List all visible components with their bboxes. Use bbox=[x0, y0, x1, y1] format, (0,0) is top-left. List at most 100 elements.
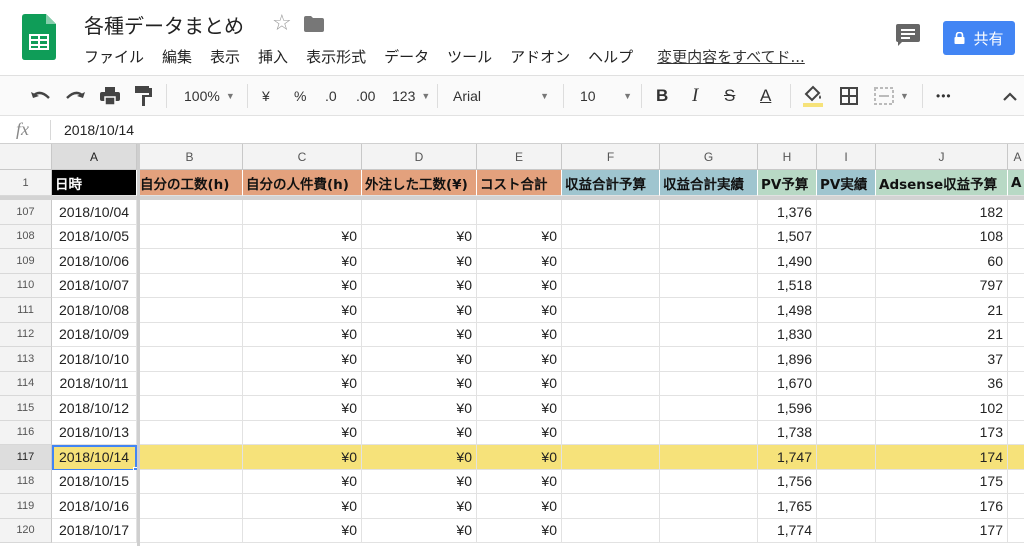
grid-cell[interactable] bbox=[660, 420, 758, 445]
column-header-j[interactable]: J bbox=[876, 144, 1008, 170]
grid-cell[interactable]: 1,376 bbox=[758, 200, 817, 225]
menu-addons[interactable]: アドオン bbox=[510, 46, 570, 67]
grid-cell[interactable] bbox=[562, 371, 660, 396]
percent-format-button[interactable]: % bbox=[294, 76, 306, 116]
grid-cell[interactable]: 1,670 bbox=[758, 371, 817, 396]
header-cell[interactable]: A bbox=[1008, 170, 1024, 196]
grid-cell[interactable] bbox=[1008, 494, 1024, 519]
grid-cell[interactable] bbox=[817, 347, 876, 372]
grid-cell[interactable] bbox=[137, 347, 243, 372]
row-header[interactable]: 110 bbox=[0, 273, 52, 298]
document-title[interactable]: 各種データまとめ bbox=[84, 10, 244, 39]
grid-cell[interactable] bbox=[562, 298, 660, 323]
borders-icon[interactable] bbox=[840, 76, 858, 116]
grid-cell[interactable]: 176 bbox=[876, 494, 1008, 519]
grid-cell[interactable]: 2018/10/08 bbox=[52, 298, 137, 323]
grid-cell[interactable]: 1,490 bbox=[758, 249, 817, 274]
grid-cell[interactable] bbox=[137, 200, 243, 225]
grid-cell[interactable]: 2018/10/10 bbox=[52, 347, 137, 372]
header-cell[interactable]: 収益合計実績 bbox=[660, 170, 758, 196]
grid-cell[interactable]: 173 bbox=[876, 420, 1008, 445]
grid-cell[interactable] bbox=[137, 420, 243, 445]
grid-cell[interactable]: ¥0 bbox=[362, 396, 477, 421]
grid-cell[interactable] bbox=[1008, 249, 1024, 274]
grid-cell[interactable]: ¥0 bbox=[477, 494, 562, 519]
grid-cell[interactable] bbox=[137, 322, 243, 347]
grid-cell[interactable]: ¥0 bbox=[362, 518, 477, 543]
grid-cell[interactable] bbox=[817, 249, 876, 274]
row-header[interactable]: 112 bbox=[0, 322, 52, 347]
row-header[interactable]: 116 bbox=[0, 420, 52, 445]
grid-cell[interactable] bbox=[660, 224, 758, 249]
grid-cell[interactable]: 2018/10/06 bbox=[52, 249, 137, 274]
grid-cell[interactable]: ¥0 bbox=[477, 518, 562, 543]
star-icon[interactable]: ☆ bbox=[272, 10, 292, 36]
comment-icon[interactable] bbox=[896, 24, 920, 46]
grid-cell[interactable] bbox=[660, 347, 758, 372]
grid-cell[interactable] bbox=[817, 420, 876, 445]
more-tools-button[interactable]: ••• bbox=[936, 76, 952, 116]
header-cell[interactable]: Adsense収益予算 bbox=[876, 170, 1008, 196]
grid-cell[interactable]: 177 bbox=[876, 518, 1008, 543]
grid-cell[interactable]: ¥0 bbox=[477, 322, 562, 347]
grid-cell[interactable]: ¥0 bbox=[477, 469, 562, 494]
grid-cell[interactable] bbox=[562, 273, 660, 298]
grid-cell[interactable]: 1,507 bbox=[758, 224, 817, 249]
fill-color-icon[interactable] bbox=[802, 76, 824, 116]
grid-cell[interactable]: ¥0 bbox=[243, 273, 362, 298]
grid-cell[interactable]: 2018/10/15 bbox=[52, 469, 137, 494]
grid-cell[interactable] bbox=[1008, 298, 1024, 323]
grid-cell[interactable]: 1,498 bbox=[758, 298, 817, 323]
grid-cell[interactable] bbox=[660, 298, 758, 323]
header-cell[interactable]: PV予算 bbox=[758, 170, 817, 196]
grid-cell[interactable]: 36 bbox=[876, 371, 1008, 396]
grid-cell[interactable] bbox=[137, 396, 243, 421]
grid-cell[interactable]: ¥0 bbox=[362, 273, 477, 298]
grid-cell[interactable]: ¥0 bbox=[477, 298, 562, 323]
row-header[interactable]: 114 bbox=[0, 371, 52, 396]
grid-cell[interactable]: 108 bbox=[876, 224, 1008, 249]
currency-format-button[interactable]: ¥ bbox=[262, 76, 270, 116]
sheets-logo-icon[interactable] bbox=[22, 14, 56, 60]
grid-cell[interactable]: 2018/10/11 bbox=[52, 371, 137, 396]
grid-cell[interactable] bbox=[562, 249, 660, 274]
text-color-button[interactable]: A bbox=[760, 76, 771, 116]
header-cell[interactable]: 日時 bbox=[52, 170, 137, 196]
grid-cell[interactable] bbox=[562, 396, 660, 421]
grid-cell[interactable] bbox=[817, 322, 876, 347]
row-header[interactable]: 108 bbox=[0, 224, 52, 249]
grid-cell[interactable]: 1,756 bbox=[758, 469, 817, 494]
grid-cell[interactable]: ¥0 bbox=[477, 445, 562, 470]
share-button[interactable]: 共有 bbox=[943, 21, 1015, 55]
grid-cell[interactable] bbox=[1008, 396, 1024, 421]
header-cell[interactable]: 外注した工数(¥) bbox=[362, 170, 477, 196]
grid-cell[interactable]: ¥0 bbox=[362, 249, 477, 274]
grid-cell[interactable] bbox=[1008, 469, 1024, 494]
row-header[interactable]: 107 bbox=[0, 200, 52, 225]
italic-button[interactable]: I bbox=[692, 76, 698, 116]
column-header-a[interactable]: A bbox=[52, 144, 137, 170]
formula-input[interactable]: 2018/10/14 bbox=[64, 122, 134, 138]
column-header-d[interactable]: D bbox=[362, 144, 477, 170]
grid-cell[interactable] bbox=[1008, 371, 1024, 396]
column-header-f[interactable]: F bbox=[562, 144, 660, 170]
grid-cell[interactable] bbox=[562, 200, 660, 225]
grid-cell[interactable]: ¥0 bbox=[362, 420, 477, 445]
collapse-toolbar-icon[interactable] bbox=[1003, 76, 1017, 116]
grid-cell[interactable] bbox=[817, 200, 876, 225]
grid-cell[interactable]: ¥0 bbox=[243, 469, 362, 494]
grid-cell[interactable]: 102 bbox=[876, 396, 1008, 421]
row-header[interactable]: 115 bbox=[0, 396, 52, 421]
column-header-h[interactable]: H bbox=[758, 144, 817, 170]
grid-cell[interactable]: 1,896 bbox=[758, 347, 817, 372]
grid-cell[interactable] bbox=[660, 396, 758, 421]
grid-cell[interactable]: ¥0 bbox=[477, 371, 562, 396]
bold-button[interactable]: B bbox=[656, 76, 668, 116]
grid-cell[interactable]: 37 bbox=[876, 347, 1008, 372]
frozen-column-divider[interactable] bbox=[137, 144, 140, 546]
row-header[interactable]: 111 bbox=[0, 298, 52, 323]
grid-cell[interactable]: ¥0 bbox=[243, 249, 362, 274]
column-header-c[interactable]: C bbox=[243, 144, 362, 170]
grid-cell[interactable]: 174 bbox=[876, 445, 1008, 470]
grid-cell[interactable]: ¥0 bbox=[243, 445, 362, 470]
